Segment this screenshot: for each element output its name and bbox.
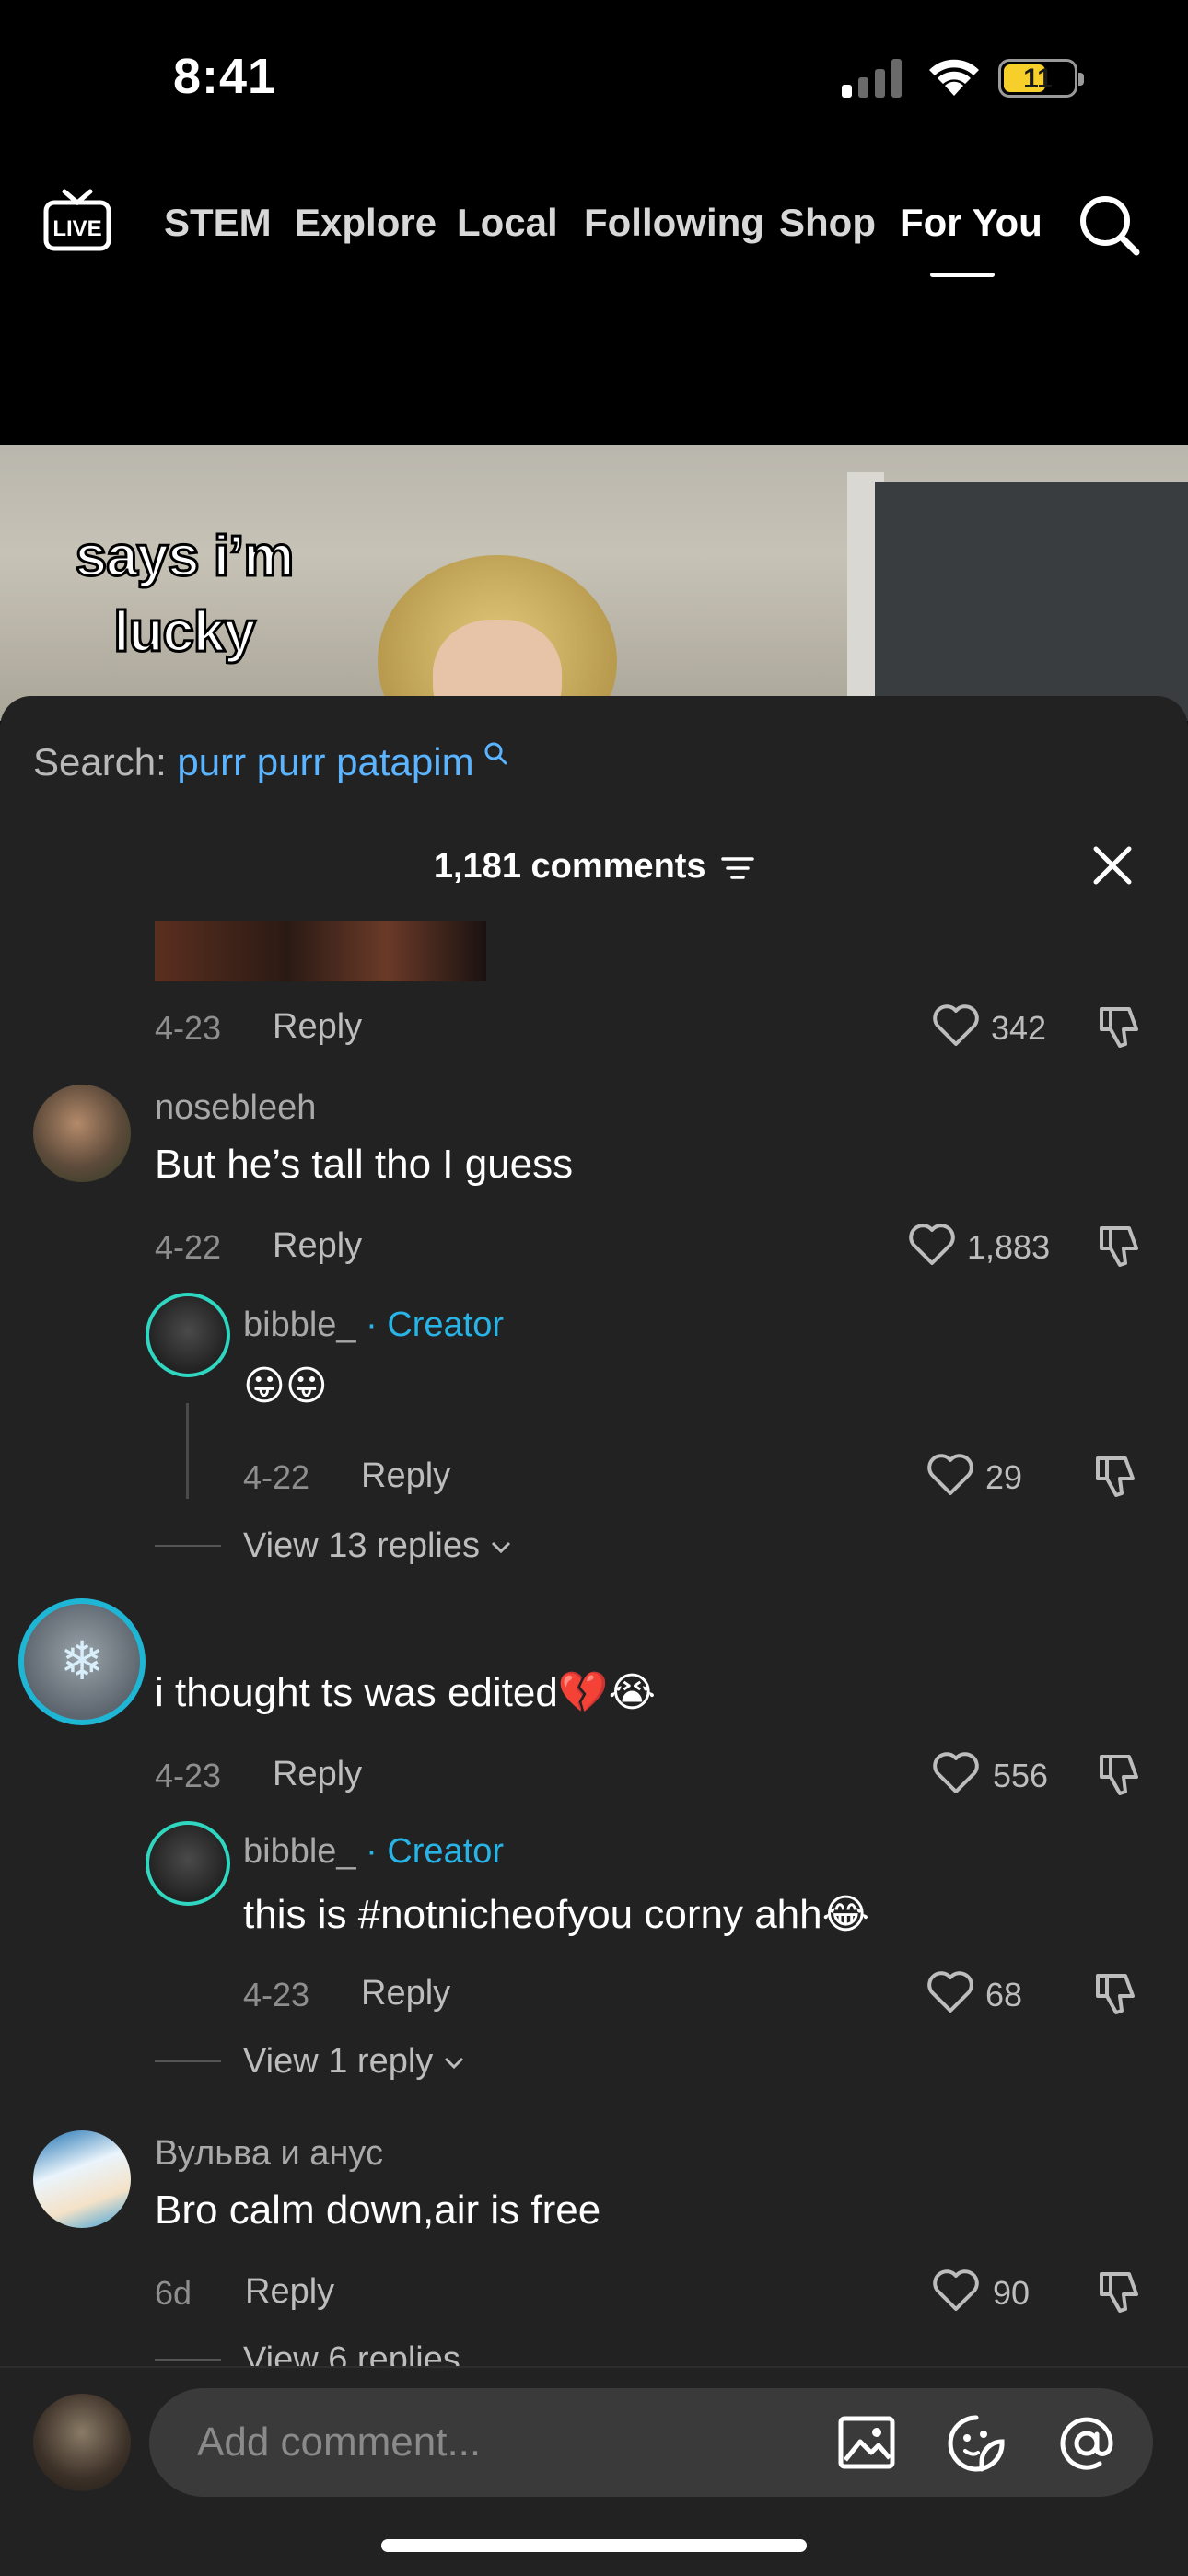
comment-date: 4-22 <box>155 1228 222 1266</box>
tab-stem[interactable]: STEM <box>164 201 272 245</box>
avatar[interactable] <box>33 2130 131 2228</box>
view-replies-label: View 13 replies <box>243 1526 481 1565</box>
comment-search-suggestion[interactable]: Search: purr purr patapim <box>33 740 508 784</box>
reply-username-text[interactable]: bibble_ <box>243 1305 356 1344</box>
comment-username[interactable]: nosebleeh <box>155 1088 316 1128</box>
reply-button[interactable]: Reply <box>273 1755 362 1794</box>
search-term[interactable]: purr purr patapim <box>177 740 473 783</box>
close-icon[interactable] <box>1092 845 1133 886</box>
view-replies-button[interactable]: View 1 reply <box>243 2042 465 2082</box>
video-caption-line2: lucky <box>112 599 258 666</box>
reply-button[interactable]: Reply <box>361 1456 450 1496</box>
like-count: 68 <box>985 1976 1023 2013</box>
reply-username: bibble_ · Creator <box>243 1305 504 1345</box>
heart-icon[interactable] <box>926 1453 974 1497</box>
reply-button[interactable]: Reply <box>273 1007 362 1047</box>
reply-username: bibble_ · Creator <box>243 1832 504 1872</box>
sticker-emoji-icon[interactable] <box>947 2414 1006 2473</box>
battery-indicator: 11 <box>998 59 1084 98</box>
reply-button[interactable]: Reply <box>245 2272 334 2312</box>
comments-count-label: 1,181 comments <box>433 847 706 886</box>
comment-text: But he’s tall tho I guess <box>155 1142 574 1187</box>
image-icon[interactable] <box>838 2416 895 2469</box>
view-replies-label: View 1 reply <box>243 2042 434 2081</box>
dislike-icon[interactable] <box>1096 2269 1144 2316</box>
status-time: 8:41 <box>173 49 277 104</box>
sort-filter-icon[interactable] <box>721 854 754 882</box>
view-replies-button[interactable]: View 13 replies <box>243 1526 512 1566</box>
like-count: 1,883 <box>967 1228 1051 1266</box>
wifi-icon <box>929 59 979 96</box>
comment-input-placeholder: Add comment... <box>197 2419 482 2465</box>
reply-date: 4-23 <box>243 1976 310 2013</box>
tab-explore[interactable]: Explore <box>295 201 437 245</box>
creator-avatar[interactable] <box>146 1293 230 1377</box>
tab-shop[interactable]: Shop <box>779 201 876 245</box>
live-button[interactable]: LIVE <box>42 188 112 254</box>
reply-username-text[interactable]: bibble_ <box>243 1832 356 1871</box>
creator-avatar[interactable] <box>146 1821 230 1906</box>
like-count: 90 <box>993 2274 1031 2312</box>
signal-icon <box>842 59 902 98</box>
like-count: 556 <box>993 1757 1049 1794</box>
tab-for-you[interactable]: For You <box>900 201 1042 245</box>
tab-local[interactable]: Local <box>457 201 558 245</box>
live-tv-icon: LIVE <box>43 189 111 251</box>
heart-icon[interactable] <box>932 2269 980 2313</box>
reply-date: 4-22 <box>243 1458 310 1496</box>
search-small-icon <box>484 742 507 765</box>
home-indicator <box>381 2539 807 2552</box>
reply-text: this is #notnicheofyou corny ahh😂 <box>243 1892 870 1937</box>
creator-badge: · Creator <box>366 1305 505 1344</box>
active-tab-indicator <box>930 273 995 277</box>
like-count: 29 <box>985 1458 1023 1496</box>
comment-username[interactable]: Вульва и анус <box>155 2134 383 2174</box>
video-caption-line1: says i’m <box>74 524 296 590</box>
heart-icon[interactable] <box>926 1970 974 2014</box>
dislike-icon[interactable] <box>1092 1453 1140 1501</box>
chevron-down-icon <box>444 2057 463 2070</box>
avatar[interactable] <box>33 1085 131 1182</box>
battery-level: 11 <box>1023 64 1053 94</box>
comment-date: 4-23 <box>155 1757 222 1794</box>
divider <box>155 1545 221 1547</box>
like-count: 342 <box>991 1009 1047 1047</box>
thread-line <box>186 1403 189 1499</box>
live-label: LIVE <box>52 216 101 241</box>
reply-text: 😛😛 <box>243 1363 328 1409</box>
my-avatar[interactable] <box>33 2394 131 2491</box>
search-label: Search: <box>33 740 167 783</box>
chevron-down-icon <box>491 1541 510 1554</box>
avatar[interactable]: ❄ <box>18 1598 146 1725</box>
dislike-icon[interactable] <box>1096 1223 1144 1271</box>
mention-icon[interactable] <box>1057 2414 1116 2473</box>
search-icon[interactable] <box>1077 193 1142 258</box>
divider <box>155 2359 221 2361</box>
heart-icon[interactable] <box>932 1004 980 1048</box>
comments-count: 1,181 comments <box>0 847 1188 887</box>
heart-icon[interactable] <box>932 1751 980 1795</box>
creator-badge: · Creator <box>366 1832 505 1871</box>
comment-text: Bro calm down,air is free <box>155 2187 601 2233</box>
comment-date: 6d <box>155 2274 192 2312</box>
divider <box>155 2060 221 2062</box>
dislike-icon[interactable] <box>1092 1970 1140 2018</box>
dislike-icon[interactable] <box>1096 1004 1144 1051</box>
dislike-icon[interactable] <box>1096 1751 1144 1799</box>
video-player[interactable]: says i’m lucky <box>0 445 1188 721</box>
comment-image[interactable] <box>155 921 486 981</box>
comment-date: 4-23 <box>155 1009 222 1047</box>
heart-icon[interactable] <box>908 1223 956 1267</box>
tab-following[interactable]: Following <box>584 201 764 245</box>
snowflake-icon: ❄ <box>59 1631 105 1691</box>
comment-text: i thought ts was edited💔😭 <box>155 1670 657 1715</box>
reply-button[interactable]: Reply <box>361 1974 450 2013</box>
reply-button[interactable]: Reply <box>273 1226 362 1266</box>
